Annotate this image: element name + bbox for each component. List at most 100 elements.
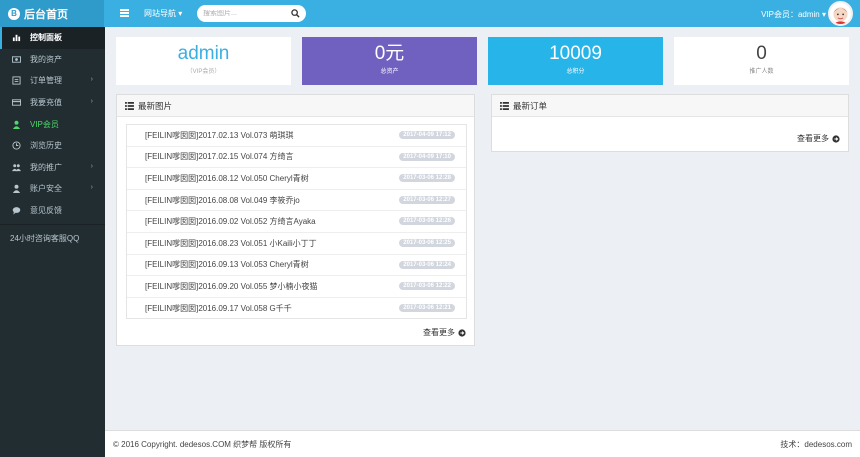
search-box bbox=[197, 5, 306, 22]
image-title: [FEILIN嗲囡囡]2016.09.02 Vol.052 方绮言Ayaka bbox=[145, 217, 316, 227]
user-menu-dropdown[interactable]: VIP会员：admin ▾ bbox=[761, 9, 826, 20]
top-bar: B 后台首页 网站导航 ▾ VIP会员：admin ▾ bbox=[0, 0, 860, 27]
stat-total-points: 10009 总积分 bbox=[488, 37, 663, 85]
panel-header: 最新图片 bbox=[117, 95, 474, 117]
copyright-text: © 2016 Copyright. dedesos.COM 织梦帮 版权所有 bbox=[113, 439, 292, 449]
image-title: [FEILIN嗲囡囡]2016.09.13 Vol.053 Cheryl青树 bbox=[145, 260, 309, 270]
sidebar-item-security[interactable]: 账户安全 › bbox=[0, 178, 105, 200]
user-icon bbox=[12, 120, 21, 129]
sidebar-item-promotion[interactable]: 我的推广 › bbox=[0, 157, 105, 179]
image-list: [FEILIN嗲囡囡]2017.02.13 Vol.073 萌琪琪 2017-04… bbox=[126, 124, 467, 319]
stat-value: 0元 bbox=[374, 43, 405, 64]
stat-total-assets: 0元 总资产 bbox=[302, 37, 477, 85]
list-item[interactable]: [FEILIN嗲囡囡]2016.09.02 Vol.052 方绮言Ayaka 20… bbox=[127, 211, 466, 233]
list-item[interactable]: [FEILIN嗲囡囡]2016.08.23 Vol.051 小Kaili小丁丁 2… bbox=[127, 233, 466, 255]
image-title: [FEILIN嗲囡囡]2016.08.23 Vol.051 小Kaili小丁丁 bbox=[145, 238, 317, 248]
chevron-right-icon: › bbox=[90, 184, 93, 192]
chevron-right-icon: › bbox=[90, 162, 93, 170]
sidebar-item-label: 我要充值 bbox=[30, 98, 62, 108]
sidebar-item-orders[interactable]: 订单管理 › bbox=[0, 70, 105, 92]
sidebar-item-label: 控制面板 bbox=[30, 33, 62, 43]
support-qq-link[interactable]: 24小时咨询客服QQ bbox=[0, 233, 105, 244]
sidebar-item-label: 订单管理 bbox=[30, 76, 62, 86]
menu-toggle-icon[interactable] bbox=[120, 9, 129, 17]
date-badge: 2017-03-06 12:21 bbox=[399, 303, 455, 312]
stat-referrals: 0 推广人数 bbox=[674, 37, 849, 85]
footer: © 2016 Copyright. dedesos.COM 织梦帮 版权所有 技… bbox=[105, 430, 860, 457]
sidebar-divider bbox=[0, 224, 105, 226]
stat-value: 10009 bbox=[549, 43, 602, 64]
sidebar-item-label: 浏览历史 bbox=[30, 141, 62, 151]
money-icon bbox=[12, 56, 21, 63]
card-icon bbox=[12, 99, 21, 106]
view-more-label: 查看更多 bbox=[423, 328, 455, 337]
list-icon bbox=[500, 101, 509, 110]
sidebar: 控制面板 我的资产 订单管理 › 我要充值 › VIP会员 浏览历史 我的推广 … bbox=[0, 27, 105, 457]
sidebar-item-dashboard[interactable]: 控制面板 bbox=[0, 27, 105, 49]
site-nav-dropdown[interactable]: 网站导航 ▾ bbox=[144, 8, 182, 19]
latest-images-panel: 最新图片 [FEILIN嗲囡囡]2017.02.13 Vol.073 萌琪琪 20… bbox=[116, 94, 475, 346]
sidebar-item-feedback[interactable]: 意见反馈 bbox=[0, 200, 105, 222]
list-item[interactable]: [FEILIN嗲囡囡]2016.09.20 Vol.055 梦小楠小夜猫 2017… bbox=[127, 276, 466, 298]
sidebar-item-history[interactable]: 浏览历史 bbox=[0, 135, 105, 157]
latest-orders-panel: 最新订单 查看更多 bbox=[491, 94, 849, 152]
list-icon bbox=[12, 76, 21, 86]
date-badge: 2017-04-09 17:10 bbox=[399, 152, 455, 161]
sidebar-item-recharge[interactable]: 我要充值 › bbox=[0, 92, 105, 114]
tech-credit: 技术：dedesos.com bbox=[780, 439, 852, 449]
search-icon[interactable] bbox=[291, 9, 300, 18]
chevron-right-icon: › bbox=[90, 76, 93, 84]
list-item[interactable]: [FEILIN嗲囡囡]2016.08.12 Vol.050 Cheryl青树 20… bbox=[127, 168, 466, 190]
stat-username: admin （VIP会员） bbox=[116, 37, 291, 85]
sidebar-item-vip[interactable]: VIP会员 bbox=[0, 113, 105, 135]
users-icon bbox=[12, 164, 21, 171]
list-icon bbox=[125, 101, 134, 110]
date-badge: 2017-03-06 12:22 bbox=[399, 282, 455, 291]
list-item[interactable]: [FEILIN嗲囡囡]2016.08.08 Vol.049 李筱乔jo 2017-… bbox=[127, 190, 466, 212]
panel-title: 最新订单 bbox=[513, 100, 548, 111]
view-more-label: 查看更多 bbox=[797, 134, 829, 143]
avatar[interactable] bbox=[828, 1, 853, 26]
stat-label: 总资产 bbox=[380, 69, 399, 75]
chevron-right-icon: › bbox=[90, 97, 93, 105]
search-input[interactable] bbox=[203, 10, 285, 17]
user-shield-icon bbox=[12, 185, 21, 194]
list-item[interactable]: [FEILIN嗲囡囡]2016.09.13 Vol.053 Cheryl青树 20… bbox=[127, 255, 466, 277]
list-item[interactable]: [FEILIN嗲囡囡]2017.02.13 Vol.073 萌琪琪 2017-04… bbox=[127, 125, 466, 147]
stat-value: 0 bbox=[756, 43, 767, 64]
date-badge: 2017-03-06 12:27 bbox=[399, 195, 455, 204]
image-title: [FEILIN嗲囡囡]2016.08.12 Vol.050 Cheryl青树 bbox=[145, 173, 309, 183]
date-badge: 2017-03-06 12:25 bbox=[399, 238, 455, 247]
sidebar-item-label: 账户安全 bbox=[30, 184, 62, 194]
stat-value: admin bbox=[177, 43, 230, 64]
logo-badge-icon: B bbox=[8, 7, 20, 20]
date-badge: 2017-04-09 17:12 bbox=[399, 131, 455, 139]
clock-icon bbox=[12, 141, 21, 150]
sidebar-item-label: VIP会员 bbox=[30, 119, 59, 129]
sidebar-item-label: 我的推广 bbox=[30, 162, 62, 172]
list-item[interactable]: [FEILIN嗲囡囡]2017.02.15 Vol.074 方绮言 2017-04… bbox=[127, 147, 466, 169]
sidebar-item-label: 我的资产 bbox=[30, 54, 62, 64]
date-badge: 2017-03-06 12:28 bbox=[399, 174, 455, 183]
image-title: [FEILIN嗲囡囡]2016.08.08 Vol.049 李筱乔jo bbox=[145, 195, 300, 205]
view-more-orders-link[interactable]: 查看更多 bbox=[797, 133, 840, 144]
comment-icon bbox=[12, 207, 21, 215]
arrow-circle-right-icon bbox=[832, 134, 840, 143]
panel-title: 最新图片 bbox=[138, 100, 173, 111]
logo[interactable]: B 后台首页 bbox=[0, 0, 104, 27]
image-title: [FEILIN嗲囡囡]2016.09.20 Vol.055 梦小楠小夜猫 bbox=[145, 281, 318, 291]
stat-label: 总积分 bbox=[566, 69, 585, 75]
date-badge: 2017-03-06 12:26 bbox=[399, 217, 455, 226]
dashboard-icon bbox=[12, 35, 21, 42]
avatar-face-icon bbox=[833, 7, 848, 24]
image-title: [FEILIN嗲囡囡]2016.09.17 Vol.058 G千千 bbox=[145, 304, 292, 314]
image-title: [FEILIN嗲囡囡]2017.02.15 Vol.074 方绮言 bbox=[145, 152, 294, 162]
panel-header: 最新订单 bbox=[492, 95, 848, 117]
sidebar-item-assets[interactable]: 我的资产 bbox=[0, 49, 105, 71]
list-item[interactable]: [FEILIN嗲囡囡]2016.09.17 Vol.058 G千千 2017-03… bbox=[127, 298, 466, 320]
arrow-circle-right-icon bbox=[458, 328, 466, 337]
date-badge: 2017-03-06 12:24 bbox=[399, 260, 455, 269]
view-more-images-link[interactable]: 查看更多 bbox=[423, 327, 466, 338]
stat-label: 推广人数 bbox=[749, 69, 774, 75]
image-title: [FEILIN嗲囡囡]2017.02.13 Vol.073 萌琪琪 bbox=[145, 130, 294, 140]
